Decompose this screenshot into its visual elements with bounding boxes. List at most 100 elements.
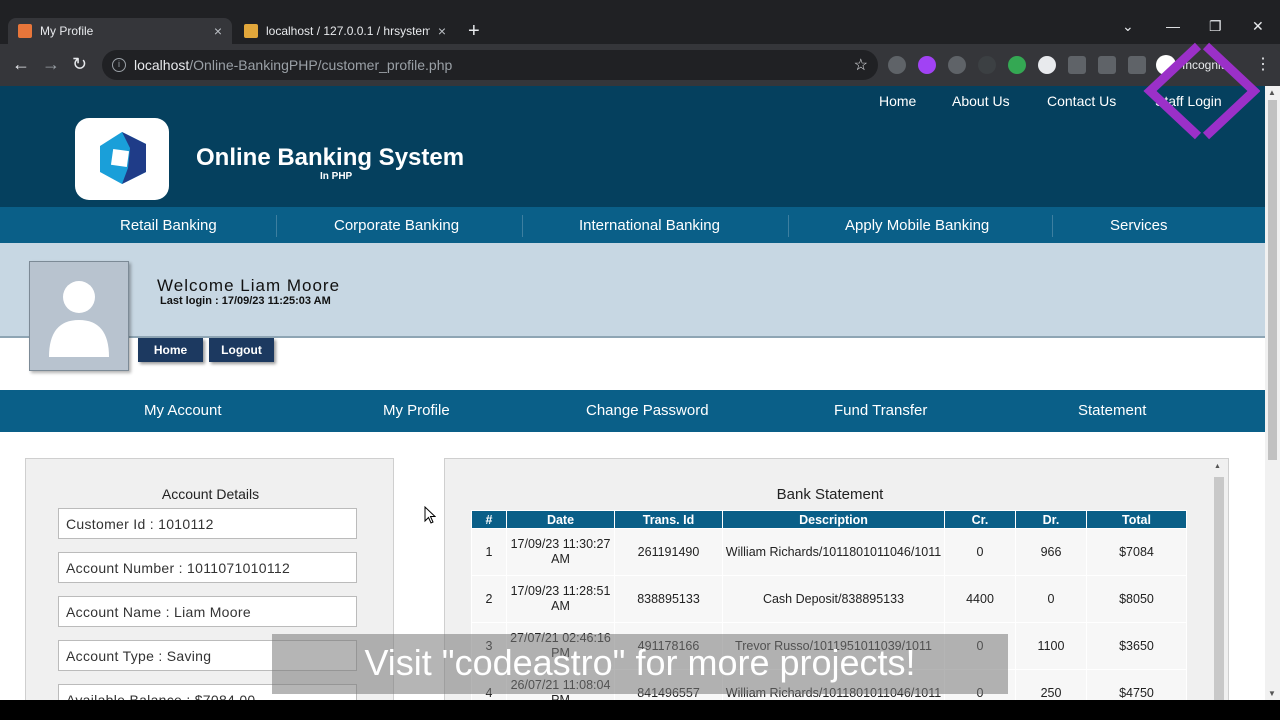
tab-strip: My Profile × localhost / 127.0.0.1 / hrs…	[0, 18, 1280, 44]
page-scroll-thumb[interactable]	[1268, 100, 1277, 460]
reload-icon[interactable]: ↻	[72, 54, 87, 75]
top-nav: Home About Us Contact Us Staff Login	[0, 86, 1265, 114]
cell-trans-id: 261191490	[614, 528, 723, 576]
statement-scrollbar[interactable]: ▲	[1212, 463, 1224, 700]
site-info-icon[interactable]: i	[112, 58, 126, 72]
cell-number: 2	[471, 575, 507, 623]
col-credit: Cr.	[944, 510, 1016, 529]
tab-change-password[interactable]: Change Password	[586, 402, 709, 419]
cell-date: 17/09/23 11:30:27 AM	[506, 528, 615, 576]
scroll-thumb[interactable]	[1214, 477, 1224, 700]
account-details-title: Account Details	[161, 486, 260, 502]
puzzle-icon[interactable]	[1068, 56, 1086, 74]
pen-extension-icon[interactable]	[978, 56, 996, 74]
col-number: #	[471, 510, 507, 529]
page: Home About Us Contact Us Staff Login Onl…	[0, 86, 1265, 700]
site-title: Online Banking System	[196, 144, 465, 171]
tab-statement[interactable]: Statement	[1078, 402, 1146, 419]
url-host: localhost	[134, 57, 190, 73]
scroll-up-icon[interactable]: ▲	[1268, 88, 1276, 97]
table-row: 2 17/09/23 11:28:51 AM 838895133 Cash De…	[471, 575, 1187, 623]
cell-debit: 1100	[1015, 622, 1087, 670]
extension-icon[interactable]	[918, 56, 936, 74]
browser-window: My Profile × localhost / 127.0.0.1 / hrs…	[0, 0, 1280, 720]
table-row: 1 17/09/23 11:30:27 AM 261191490 William…	[471, 528, 1187, 576]
home-button[interactable]: Home	[138, 338, 203, 362]
bookmark-star-icon[interactable]: ☆	[854, 55, 868, 75]
tab-title: My Profile	[40, 24, 94, 38]
back-icon[interactable]: ←	[12, 54, 30, 75]
cell-description: Cash Deposit/838895133	[722, 575, 945, 623]
site-subtitle: In PHP	[320, 171, 353, 182]
cell-total: $7084	[1086, 528, 1187, 576]
minimize-icon[interactable]: —	[1166, 18, 1180, 34]
top-link-home[interactable]: Home	[879, 93, 916, 109]
close-icon[interactable]: ×	[214, 23, 222, 39]
bank-logo	[75, 118, 169, 200]
restore-icon[interactable]: ❐	[1209, 18, 1222, 35]
camera-extension-icon[interactable]	[888, 56, 906, 74]
window-close-icon[interactable]: ✕	[1252, 18, 1264, 35]
welcome-message: Welcome Liam Moore	[157, 276, 341, 295]
site-favicon-icon	[18, 24, 32, 38]
top-link-about[interactable]: About Us	[952, 93, 1010, 109]
page-scrollbar[interactable]: ▲ ▼	[1265, 86, 1280, 700]
cell-number: 1	[471, 528, 507, 576]
react-extension-icon[interactable]	[948, 56, 966, 74]
cell-trans-id: 838895133	[614, 575, 723, 623]
tab-my-profile[interactable]: My Profile ×	[8, 18, 232, 44]
close-icon[interactable]: ×	[438, 23, 446, 39]
tab-phpmyadmin[interactable]: localhost / 127.0.0.1 / hrsystemci ×	[234, 18, 456, 44]
tab-fund-transfer[interactable]: Fund Transfer	[834, 402, 927, 419]
nav-divider	[522, 215, 523, 237]
tab-my-profile-nav[interactable]: My Profile	[383, 402, 450, 419]
account-nav: My Account My Profile Change Password Fu…	[0, 390, 1265, 432]
col-date: Date	[506, 510, 615, 529]
nav-services[interactable]: Services	[1110, 217, 1168, 234]
col-description: Description	[722, 510, 945, 529]
browser-toolbar: ← → ↻ i localhost /Online-BankingPHP/cus…	[0, 44, 1280, 86]
scroll-down-icon[interactable]: ▼	[1268, 689, 1276, 698]
main-nav: Retail Banking Corporate Banking Interna…	[0, 207, 1265, 243]
brand-header: Online Banking System In PHP	[0, 114, 1265, 207]
forward-icon[interactable]: →	[42, 54, 60, 75]
cell-total: $8050	[1086, 575, 1187, 623]
extension-icon[interactable]	[1038, 56, 1056, 74]
cell-total: $4750	[1086, 669, 1187, 700]
download-icon[interactable]	[1098, 56, 1116, 74]
mouse-cursor-icon	[424, 506, 436, 524]
account-number-field: Account Number : 1011071010112	[58, 552, 357, 583]
avatar	[29, 261, 129, 371]
bank-statement-title: Bank Statement	[776, 486, 884, 503]
cell-credit: 4400	[944, 575, 1016, 623]
cell-debit: 966	[1015, 528, 1087, 576]
scroll-up-icon[interactable]: ▲	[1214, 463, 1221, 470]
logout-button[interactable]: Logout	[209, 338, 274, 362]
nav-international-banking[interactable]: International Banking	[579, 217, 720, 234]
nav-apply-mobile-banking[interactable]: Apply Mobile Banking	[845, 217, 989, 234]
cell-description: William Richards/1011801011046/1011	[722, 528, 945, 576]
nav-retail-banking[interactable]: Retail Banking	[120, 217, 217, 234]
cell-date: 17/09/23 11:28:51 AM	[506, 575, 615, 623]
cell-credit: 0	[944, 528, 1016, 576]
table-header-row: # Date Trans. Id Description Cr. Dr. Tot…	[471, 510, 1187, 529]
col-debit: Dr.	[1015, 510, 1087, 529]
nav-corporate-banking[interactable]: Corporate Banking	[334, 217, 459, 234]
address-bar[interactable]: i localhost /Online-BankingPHP/customer_…	[102, 50, 878, 80]
extension-icon[interactable]	[1008, 56, 1026, 74]
cell-debit: 0	[1015, 575, 1087, 623]
new-tab-button[interactable]: +	[468, 20, 480, 43]
nav-divider	[788, 215, 789, 237]
user-silhouette-icon	[49, 281, 109, 357]
tab-my-account[interactable]: My Account	[144, 402, 222, 419]
nav-divider	[1052, 215, 1053, 237]
top-link-contact[interactable]: Contact Us	[1047, 93, 1116, 109]
codeastro-watermark-icon	[1143, 42, 1260, 140]
cell-total: $3650	[1086, 622, 1187, 670]
tab-search-icon[interactable]: ⌄	[1122, 18, 1134, 35]
phpmyadmin-favicon-icon	[244, 24, 258, 38]
account-name-field: Account Name : Liam Moore	[58, 596, 357, 627]
bank-logo-icon	[100, 132, 146, 184]
tab-title: localhost / 127.0.0.1 / hrsystemci	[266, 24, 430, 38]
col-total: Total	[1086, 510, 1187, 529]
